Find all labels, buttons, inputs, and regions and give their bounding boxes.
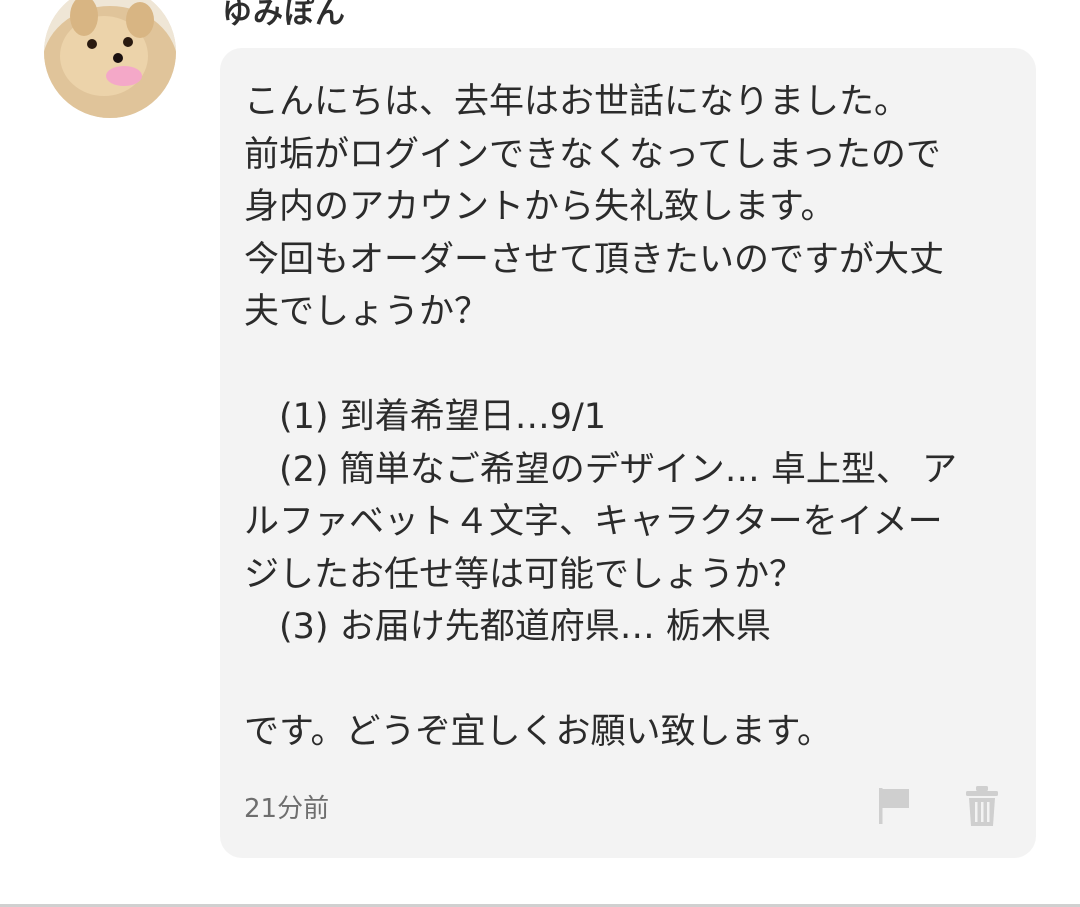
trash-icon (966, 786, 998, 826)
message-line: です。どうぞ宜しくお願い致します。 (244, 712, 833, 752)
message-line: 今回もオーダーさせて頂きたいのですが大丈 (244, 239, 945, 280)
flag-icon (879, 788, 909, 824)
message-line: ルファベット４文字、キャラクターをイメー (244, 502, 943, 542)
username[interactable]: ゆみぽん (222, 0, 346, 32)
pomeranian-avatar-image (44, 0, 176, 118)
message-line: (1) 到着希望日…9/1 (244, 397, 607, 437)
message-line: ジしたお任せ等は可能でしょうか？ (244, 554, 805, 595)
message-line: こんにちは、去年はお世話になりました。 (244, 82, 910, 122)
report-flag-button[interactable] (875, 784, 915, 828)
message-line: 身内のアカウントから失礼致します。 (244, 187, 836, 227)
delete-button[interactable] (962, 784, 1002, 828)
comment-bubble: こんにちは、去年はお世話になりました。 前垢がログインできなくなってしまったので… (220, 48, 1036, 858)
comment-message: こんにちは、去年はお世話になりました。 前垢がログインできなくなってしまったので… (244, 76, 1024, 759)
message-line: (2) 簡単なご希望のデザイン… 卓上型、 ア (244, 449, 957, 490)
comment-screen: ゆみぽん こんにちは、去年はお世話になりました。 前垢がログインできなくなってし… (0, 0, 1080, 907)
message-line: (3) お届け先都道府県… 栃木県 (244, 607, 771, 647)
avatar[interactable] (44, 0, 176, 118)
message-line: 夫でしょうか？ (244, 292, 490, 332)
message-line: 前垢がログインできなくなってしまったので (244, 134, 941, 175)
comment-timestamp: 21分前 (244, 794, 330, 824)
